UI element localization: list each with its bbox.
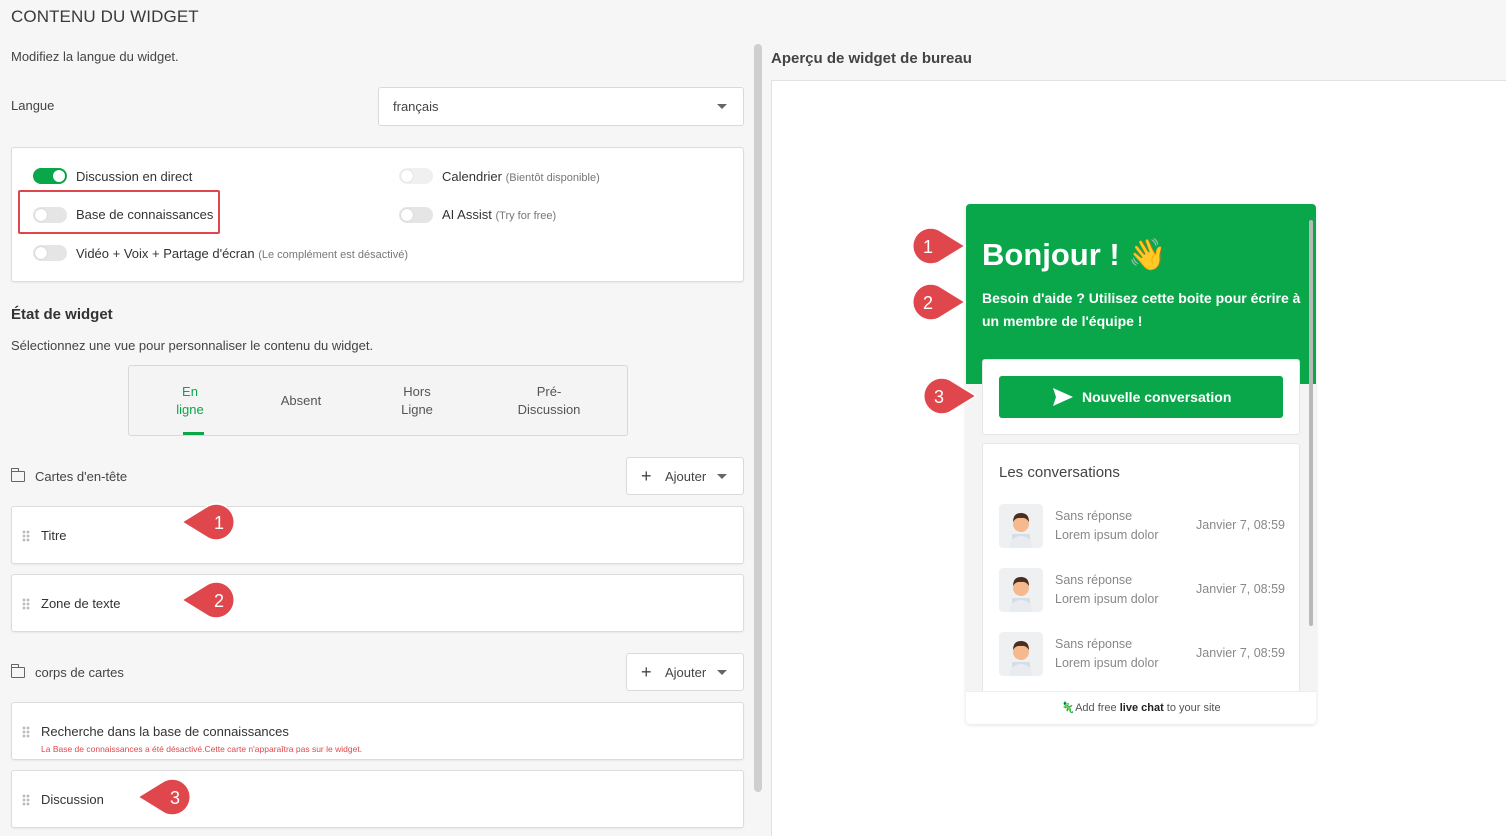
card-label: Titre: [41, 528, 67, 543]
widget-footer[interactable]: 🦎Add free live chat to your site: [966, 691, 1316, 724]
page-title: CONTENU DU WIDGET: [11, 7, 199, 26]
conversation-status: Sans réponse: [1055, 637, 1133, 651]
annotation-marker-3-right: 3: [923, 377, 978, 415]
conversation-item[interactable]: Sans réponse Lorem ipsum dolor Janvier 7…: [999, 632, 1285, 678]
marker-number: 2: [214, 591, 224, 611]
tab-away[interactable]: Absent: [269, 392, 333, 410]
body-cards-label: corps de cartes: [35, 665, 124, 680]
header-cards-label: Cartes d'en-tête: [35, 469, 128, 484]
conversation-message: Lorem ipsum dolor: [1055, 592, 1159, 606]
body-card-discussion[interactable]: Discussion: [11, 770, 744, 828]
folder-icon: [10, 664, 25, 678]
card-label: Discussion: [41, 792, 104, 807]
new-conversation-button[interactable]: Nouvelle conversation: [999, 376, 1283, 418]
chevron-down-icon: [717, 474, 727, 479]
plus-icon: +: [641, 466, 652, 486]
conversation-status: Sans réponse: [1055, 573, 1133, 587]
conversation-message: Lorem ipsum dolor: [1055, 656, 1159, 670]
annotation-marker-2-right: 2: [912, 283, 967, 321]
language-select[interactable]: français: [378, 87, 744, 126]
toggle-ai-assist[interactable]: [399, 207, 433, 223]
marker-number: 1: [214, 513, 224, 533]
drag-handle-icon[interactable]: [22, 794, 30, 806]
conversation-time: Janvier 7, 08:59: [1196, 646, 1285, 660]
add-button-label: Ajouter: [665, 665, 707, 680]
conversation-item[interactable]: Sans réponse Lorem ipsum dolor Janvier 7…: [999, 504, 1285, 550]
chevron-down-icon: [717, 104, 727, 109]
toggle-live-chat[interactable]: [33, 168, 67, 184]
tab-pre-chat[interactable]: Pré- Discussion: [509, 383, 589, 419]
avatar: [999, 568, 1043, 612]
feature-calendar: Calendrier (Bientôt disponible): [442, 169, 600, 184]
add-button-label: Ajouter: [665, 469, 707, 484]
conversation-message: Lorem ipsum dolor: [1055, 528, 1159, 542]
marker-number: 3: [934, 387, 944, 407]
conversation-time: Janvier 7, 08:59: [1196, 582, 1285, 596]
marker-number: 2: [923, 293, 933, 313]
header-card-text-zone[interactable]: Zone de texte: [11, 574, 744, 632]
chat-widget-preview: Bonjour ! 👋 Besoin d'aide ? Utilisez cet…: [966, 204, 1316, 724]
toggle-calendar[interactable]: [399, 168, 433, 184]
feature-live-chat: Discussion en direct: [76, 169, 193, 184]
add-header-card-button[interactable]: + Ajouter: [626, 457, 744, 495]
card-label: Zone de texte: [41, 596, 121, 611]
widget-subtitle: Besoin d'aide ? Utilisez cette boite pou…: [982, 290, 1301, 329]
new-conversation-card: Nouvelle conversation: [982, 359, 1300, 435]
conversations-card: Les conversations Sans réponse Lorem ips…: [982, 443, 1300, 703]
conversations-title: Les conversations: [999, 464, 1120, 481]
card-label: Recherche dans la base de connaissances: [41, 724, 289, 739]
add-body-card-button[interactable]: + Ajouter: [626, 653, 744, 691]
annotation-marker-3-left: 3: [136, 778, 191, 816]
footer-logo-icon: 🦎: [1061, 702, 1076, 714]
avatar: [999, 504, 1043, 548]
widget-state-tabs: En ligne Absent Hors Ligne Pré- Discussion: [128, 365, 628, 436]
footer-suffix: to your site: [1163, 702, 1221, 714]
tab-online[interactable]: En ligne: [165, 383, 215, 419]
footer-prefix: Add free: [1075, 702, 1120, 714]
avatar: [999, 632, 1043, 676]
conversation-item[interactable]: Sans réponse Lorem ipsum dolor Janvier 7…: [999, 568, 1285, 614]
widget-greeting: Bonjour ! 👋: [982, 237, 1167, 272]
widget-state-heading: État de widget: [11, 306, 113, 323]
feature-ai-assist: AI Assist (Try for free): [442, 207, 557, 222]
drag-handle-icon[interactable]: [22, 530, 30, 542]
annotation-marker-1-left: 1: [180, 503, 235, 541]
language-label: Langue: [11, 98, 55, 113]
tab-offline[interactable]: Hors Ligne: [387, 383, 447, 419]
highlight-box: [18, 190, 220, 234]
preview-title: Aperçu de widget de bureau: [771, 50, 972, 67]
marker-number: 1: [923, 237, 933, 257]
new-conversation-label: Nouvelle conversation: [1082, 389, 1232, 405]
conversation-time: Janvier 7, 08:59: [1196, 518, 1285, 532]
left-panel-scrollbar[interactable]: [754, 44, 762, 792]
body-card-kb-search[interactable]: Recherche dans la base de connaissances …: [11, 702, 744, 760]
drag-handle-icon[interactable]: [22, 598, 30, 610]
active-tab-indicator: [183, 432, 204, 435]
header-card-title[interactable]: Titre: [11, 506, 744, 564]
widget-scrollbar[interactable]: [1309, 220, 1313, 626]
chevron-down-icon: [717, 670, 727, 675]
card-warning: La Base de connaissances a été désactivé…: [41, 744, 363, 754]
folder-icon: [10, 468, 25, 482]
plus-icon: +: [641, 662, 652, 682]
drag-handle-icon[interactable]: [22, 726, 30, 738]
annotation-marker-1-right: 1: [912, 227, 967, 265]
marker-number: 3: [170, 788, 180, 808]
toggle-video-voice[interactable]: [33, 245, 67, 261]
conversation-status: Sans réponse: [1055, 509, 1133, 523]
language-description: Modifiez la langue du widget.: [11, 49, 179, 64]
send-icon: [1053, 388, 1073, 406]
annotation-marker-2-left: 2: [180, 581, 235, 619]
feature-video-voice: Vidéo + Voix + Partage d'écran (Le compl…: [76, 246, 409, 261]
footer-bold: live chat: [1119, 702, 1164, 714]
language-select-value: français: [393, 99, 439, 114]
widget-state-description: Sélectionnez une vue pour personnaliser …: [11, 338, 374, 353]
